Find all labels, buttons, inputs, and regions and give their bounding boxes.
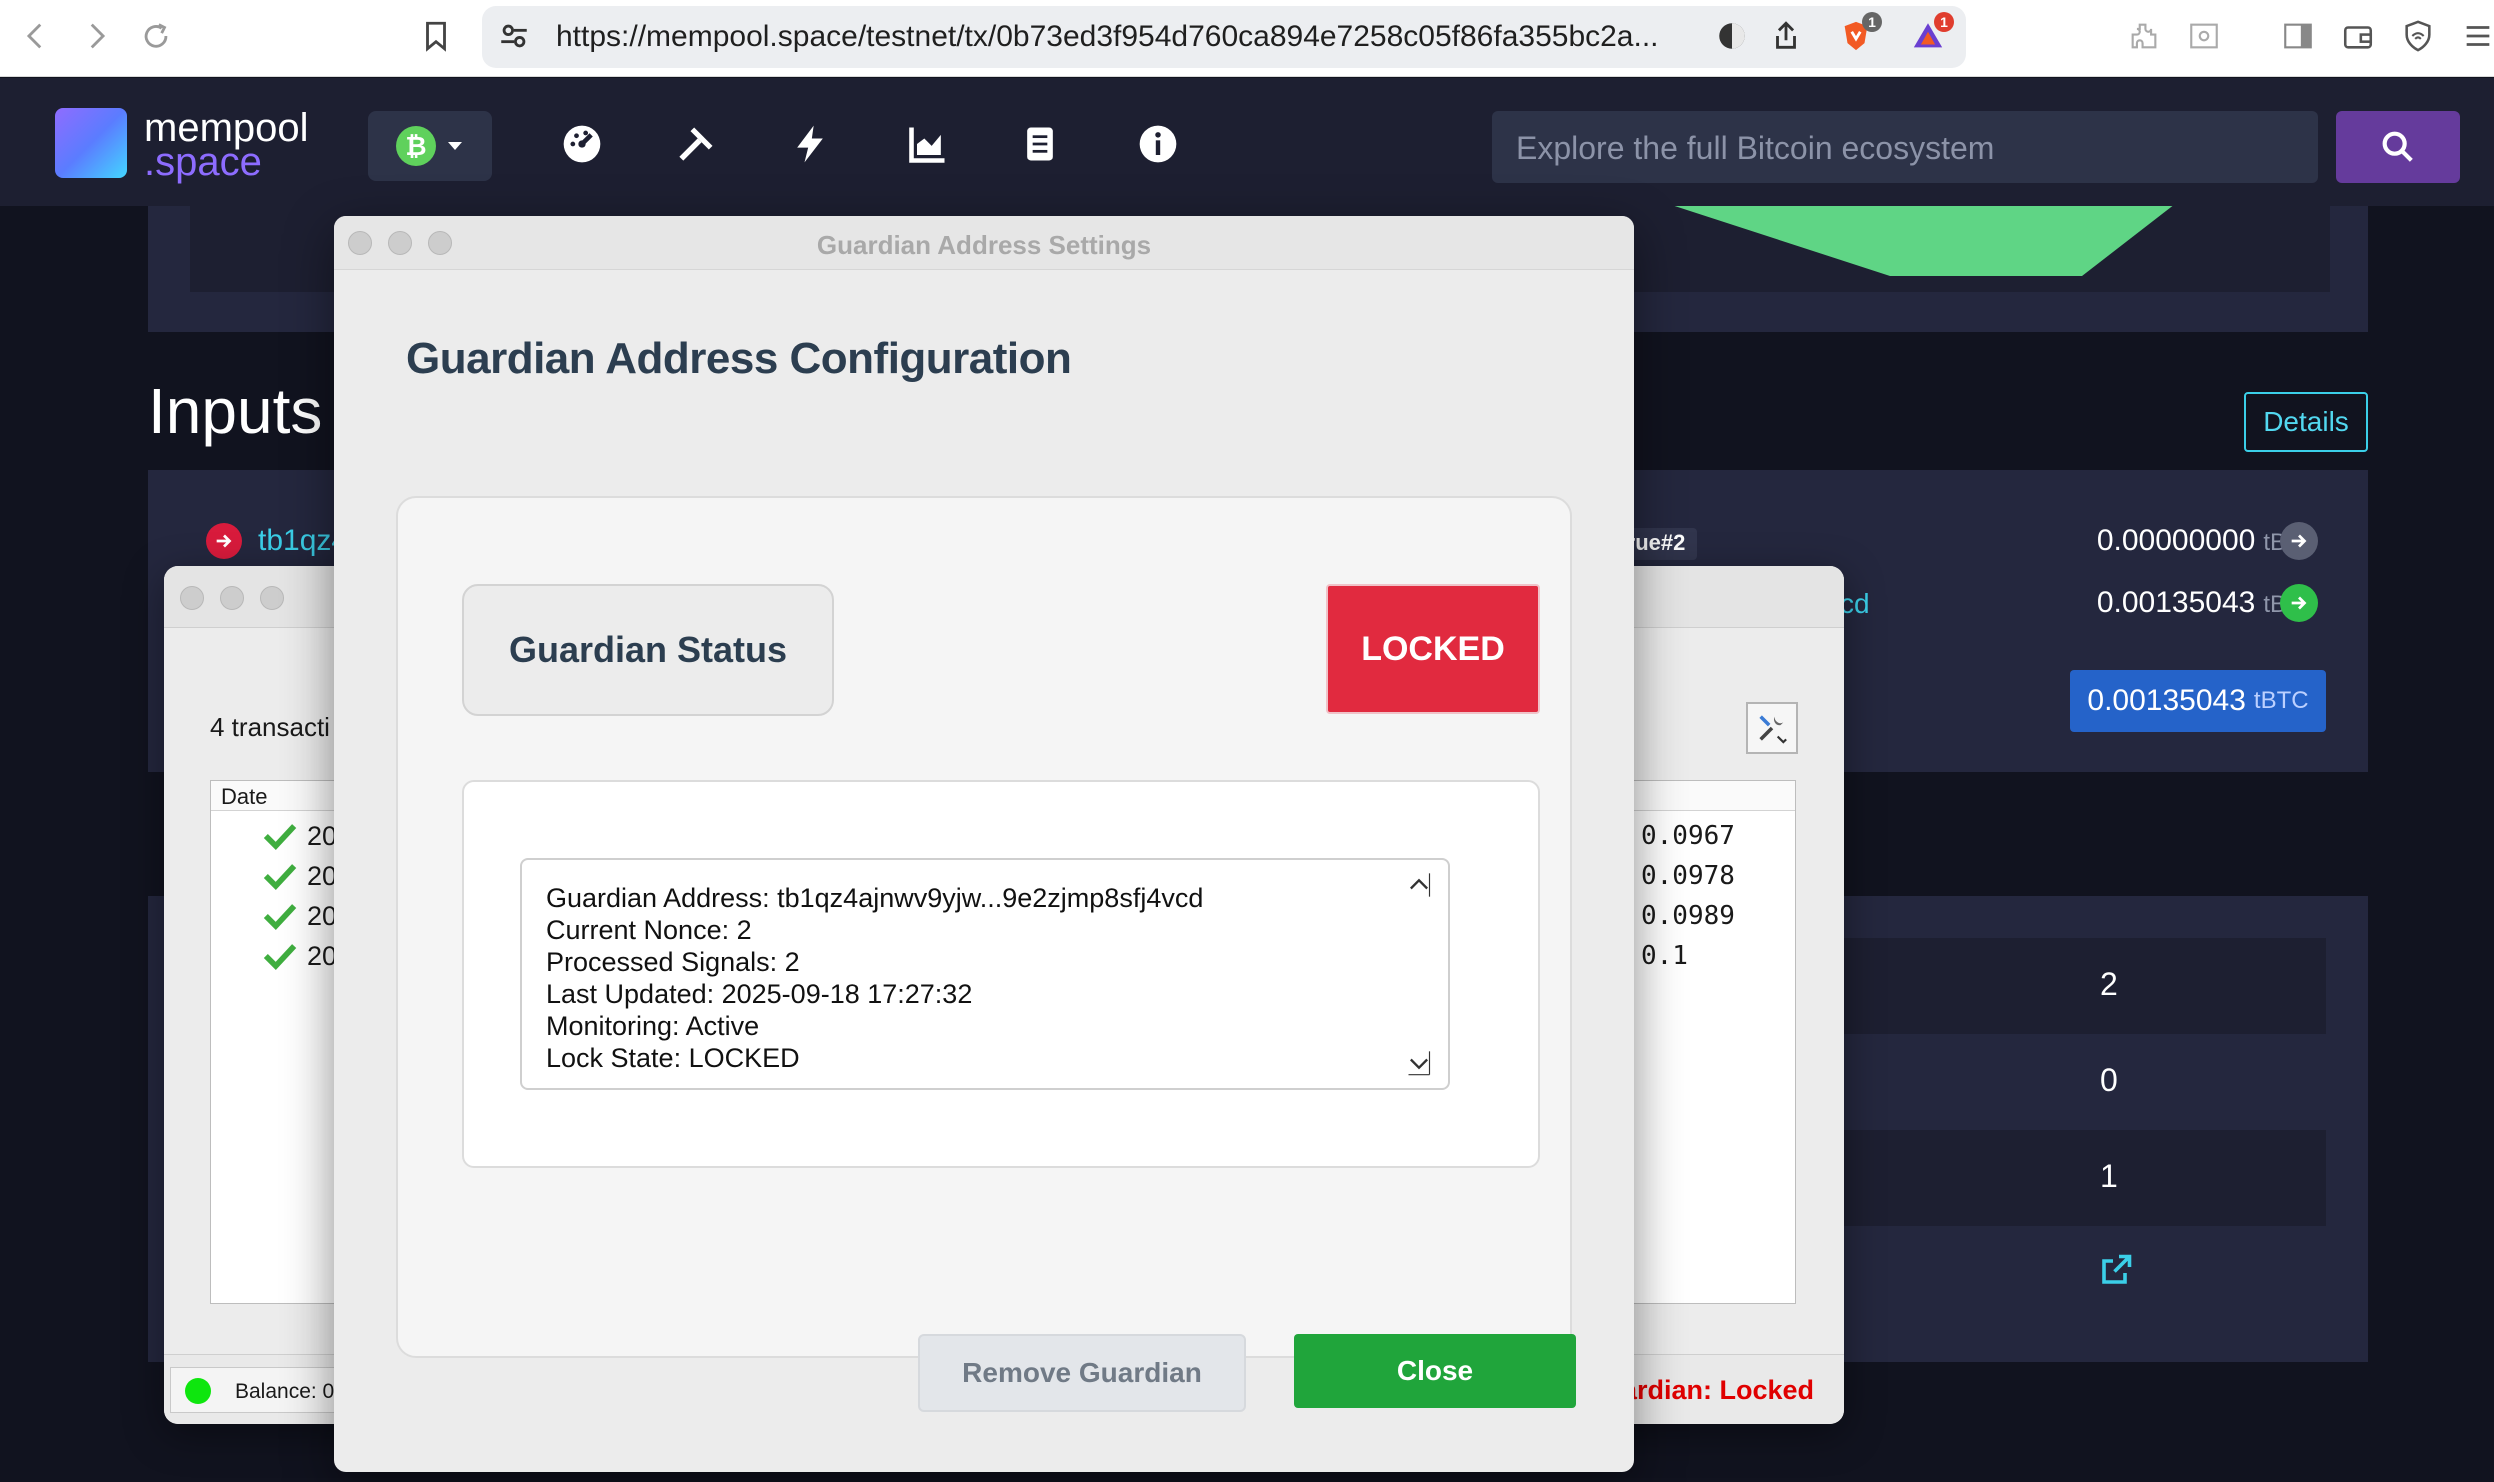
site-search-input[interactable]: Explore the full Bitcoin ecosystem [1492,111,2318,183]
date-column-header[interactable]: Date [221,784,267,810]
search-icon [2382,131,2413,162]
reader-mode-icon[interactable] [1714,18,1750,54]
info-line: Last Updated: 2025-09-18 17:27:32 [546,979,973,1009]
bookmark-button[interactable] [414,14,458,58]
checkmark-icon [263,864,297,890]
info-line: Lock State: LOCKED [546,1043,800,1073]
reload-button[interactable] [134,14,178,58]
network-selector[interactable]: ₿ [368,111,492,181]
tx-date: 20 [307,821,338,851]
url-text: https://mempool.space/testnet/tx/0b73ed3… [556,20,1659,53]
transaction-count: 4 transacti [210,712,330,742]
input-arrow-icon[interactable] [206,523,242,559]
dialog-title-bar[interactable]: Guardian Address Settings [334,216,1634,270]
details-value: 2 [2100,966,2118,1002]
about-nav-icon[interactable] [1134,120,1182,168]
tx-date: 20 [307,901,338,931]
brave-rewards-icon[interactable]: 1 [1910,12,1954,54]
caret-down-icon [448,142,462,150]
arrow-right-circle-icon[interactable] [2280,584,2318,622]
brave-shields-icon[interactable]: 1 [1838,12,1882,54]
zoom-window-button[interactable] [260,586,284,610]
rewards-count-badge: 1 [1934,12,1954,32]
close-window-button[interactable] [180,586,204,610]
bitcoin-icon: ₿ [396,126,436,166]
tx-date: 20 [307,941,338,971]
back-button[interactable] [14,14,58,58]
tx-amount: 0.1 [1641,941,1688,971]
sidebar-toggle-icon[interactable] [2280,18,2316,54]
checkmark-icon [263,944,297,970]
tx-amount: 0.0967 [1641,821,1735,851]
minimize-window-button[interactable] [220,586,244,610]
site-header: mempool .space ₿ Explore the full Bitcoi… [0,78,2494,206]
amount-value: 0.00000000 [2096,524,2256,557]
chevron-down-icon [1408,1051,1431,1076]
balance-text: Balance: 0. [235,1380,341,1403]
info-line: Guardian Address: tb1qz4ajnwv9yjw...9e2z… [546,883,1204,913]
details-button[interactable]: Details [2244,392,2368,452]
forward-button[interactable] [74,14,118,58]
scroll-up-button[interactable] [1404,870,1434,900]
total-amount-badge: 0.00135043 tBTC [2070,670,2326,732]
address-bar[interactable]: https://mempool.space/testnet/tx/0b73ed3… [482,6,1966,68]
total-unit: tBTC [2253,687,2309,714]
graphs-nav-icon[interactable] [904,120,952,168]
tx-date: 20 [307,861,338,891]
reload-icon [144,23,168,48]
guardian-info-textbox[interactable]: Guardian Address: tb1qz4ajnwv9yjw...9e2z… [520,858,1450,1090]
scroll-down-button[interactable] [1404,1048,1434,1078]
guardian-status-text: ardian: Locked [1621,1375,1814,1405]
lock-state-badge: LOCKED [1326,584,1540,714]
info-line: Monitoring: Active [546,1011,760,1041]
dashboard-nav-icon[interactable] [558,120,606,168]
external-link-icon[interactable] [2098,1252,2134,1293]
site-search-button[interactable] [2336,111,2460,183]
docs-nav-icon[interactable] [1016,120,1064,168]
dialog-heading: Guardian Address Configuration [406,334,1072,383]
guardian-info-card: Guardian Address: tb1qz4ajnwv9yjw...9e2z… [462,780,1540,1168]
extensions-icon[interactable] [2126,18,2162,54]
chevron-right-icon [90,23,106,49]
total-value: 0.00135043 [2087,684,2246,717]
vpn-shield-icon[interactable] [2400,18,2436,54]
wrench-screwdriver-icon [1759,715,1787,744]
shields-count-badge: 1 [1862,12,1882,32]
guardian-status-label: Guardian Status [462,584,834,716]
flow-diagram-band [1650,206,2250,276]
arrow-right-circle-icon[interactable] [2280,522,2318,560]
balance-cell: Balance: 0. [170,1367,360,1413]
tx-amount: 0.0989 [1641,901,1735,931]
close-button[interactable]: Close [1294,1334,1576,1408]
mempool-logo-icon[interactable] [55,108,127,178]
site-settings-icon[interactable] [496,18,532,54]
inputs-heading: Inputs [148,375,323,447]
tools-button[interactable] [1746,702,1798,754]
share-icon[interactable] [1768,18,1804,54]
chevron-up-icon [1410,873,1431,897]
dialog-title: Guardian Address Settings [816,230,1152,260]
checkmark-icon [263,824,297,850]
browser-toolbar: https://mempool.space/testnet/tx/0b73ed3… [0,0,2494,77]
details-value: 0 [2100,1062,2118,1098]
guardian-settings-dialog: Guardian Address Settings Guardian Addre… [334,216,1634,1472]
wallet-icon[interactable] [2340,18,2376,54]
connection-status-icon [185,1378,211,1404]
output-address-link[interactable]: cd [1840,588,1870,620]
amount-value: 0.00135043 [2096,586,2256,619]
info-line: Current Nonce: 2 [546,915,752,945]
lightning-nav-icon[interactable] [786,120,834,168]
guardian-panel: Guardian Status LOCKED Guardian Address:… [396,496,1572,1358]
bookmark-icon [426,21,446,52]
remove-guardian-button[interactable]: Remove Guardian [918,1334,1246,1412]
tab-search-icon[interactable] [2186,18,2222,54]
mining-nav-icon[interactable] [672,120,720,168]
chevron-left-icon [26,23,42,49]
tx-amount: 0.0978 [1641,861,1735,891]
info-line: Processed Signals: 2 [546,947,800,977]
details-value: 1 [2100,1158,2118,1194]
logo-text-suffix[interactable]: .space [144,142,262,182]
menu-icon[interactable] [2460,18,2494,54]
checkmark-icon [263,904,297,930]
